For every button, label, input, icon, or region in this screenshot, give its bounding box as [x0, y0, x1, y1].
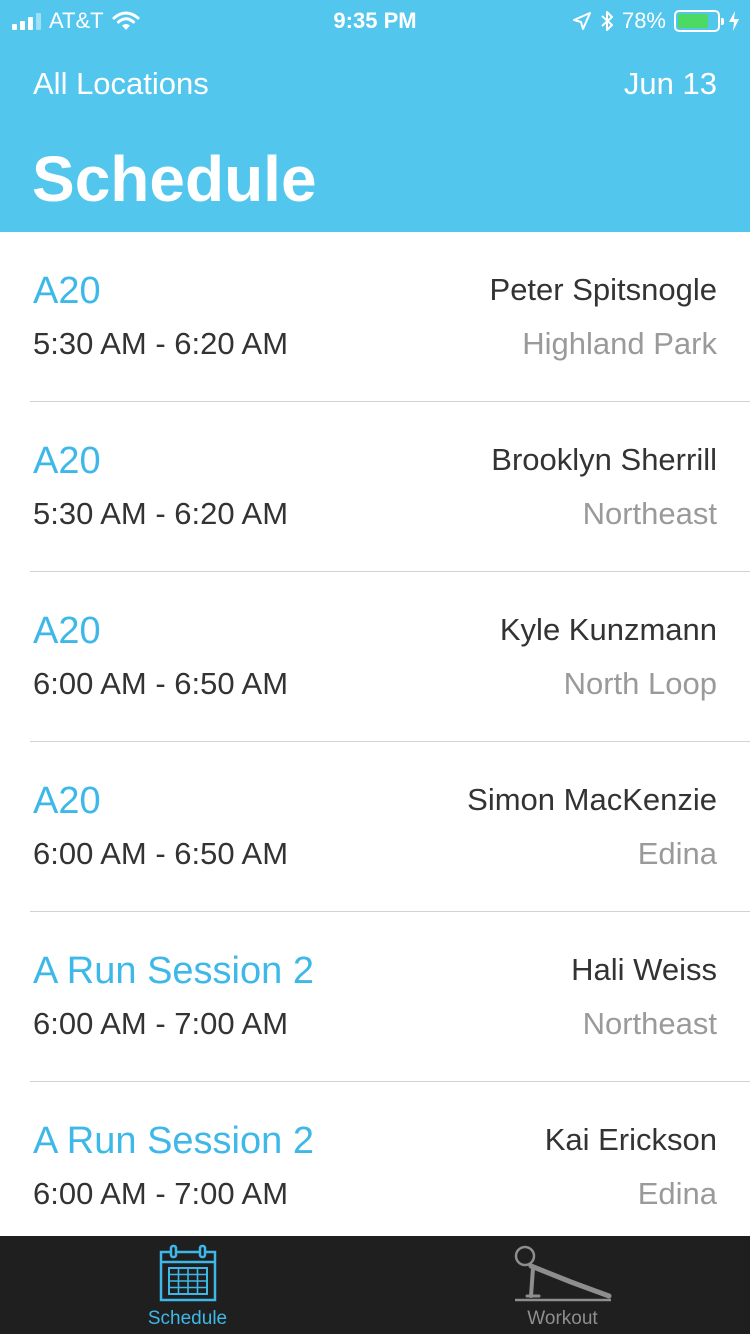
class-time: 6:00 AM - 7:00 AM: [33, 1176, 289, 1211]
schedule-row[interactable]: A20 5:30 AM - 6:20 AM Peter Spitsnogle H…: [0, 232, 750, 402]
schedule-row[interactable]: A Run Session 2 6:00 AM - 7:00 AM Kai Er…: [0, 1082, 750, 1236]
battery-level-fill: [678, 14, 708, 28]
instructor-name: Brooklyn Sherrill: [491, 442, 717, 477]
charging-icon: [729, 11, 739, 31]
class-name: A20: [33, 780, 101, 822]
class-location: Highland Park: [522, 326, 717, 361]
instructor-name: Simon MacKenzie: [467, 782, 717, 817]
tab-schedule[interactable]: Schedule: [0, 1236, 375, 1334]
class-name: A Run Session 2: [33, 950, 314, 992]
battery-percent: 78%: [621, 8, 666, 33]
instructor-name: Kyle Kunzmann: [499, 612, 717, 647]
tab-workout[interactable]: Workout: [375, 1236, 750, 1334]
class-time: 5:30 AM - 6:20 AM: [33, 326, 289, 361]
page-title: Schedule: [32, 143, 317, 215]
class-name: A20: [33, 610, 101, 652]
class-time: 6:00 AM - 7:00 AM: [33, 1006, 289, 1041]
class-time: 6:00 AM - 6:50 AM: [33, 666, 289, 701]
instructor-name: Kai Erickson: [544, 1122, 717, 1157]
class-location: North Loop: [563, 666, 717, 701]
location-filter-button[interactable]: All Locations: [33, 66, 209, 102]
tab-label-schedule: Schedule: [147, 1308, 228, 1329]
class-location: Northeast: [582, 496, 717, 531]
instructor-name: Peter Spitsnogle: [489, 272, 717, 307]
pushup-icon: [514, 1245, 611, 1302]
battery-icon: [674, 10, 724, 32]
status-right: 78%: [572, 8, 740, 34]
schedule-row[interactable]: A20 5:30 AM - 6:20 AM Brooklyn Sherrill …: [0, 402, 750, 572]
schedule-row[interactable]: A20 6:00 AM - 6:50 AM Simon MacKenzie Ed…: [0, 742, 750, 912]
class-location: Edina: [637, 836, 717, 871]
calendar-icon: [159, 1244, 216, 1302]
class-location: Edina: [637, 1176, 717, 1211]
class-name: A20: [33, 440, 101, 482]
schedule-row[interactable]: A20 6:00 AM - 6:50 AM Kyle Kunzmann Nort…: [0, 572, 750, 742]
location-arrow-icon: [572, 12, 591, 30]
header: AT&T 9:35 PM 78% All Locations Jun 13 Sc…: [0, 0, 750, 232]
class-name: A20: [33, 270, 101, 312]
status-bar: AT&T 9:35 PM 78%: [0, 0, 750, 40]
instructor-name: Hali Weiss: [571, 952, 717, 987]
class-time: 6:00 AM - 6:50 AM: [33, 836, 289, 871]
tab-label-workout: Workout: [527, 1308, 598, 1329]
class-name: A Run Session 2: [33, 1120, 314, 1162]
class-time: 5:30 AM - 6:20 AM: [33, 496, 289, 531]
bluetooth-icon: [601, 11, 613, 31]
tab-bar: Schedule Workout: [0, 1236, 750, 1334]
class-location: Northeast: [582, 1006, 717, 1041]
date-picker-button[interactable]: Jun 13: [624, 66, 717, 102]
schedule-list[interactable]: A20 5:30 AM - 6:20 AM Peter Spitsnogle H…: [0, 232, 750, 1236]
schedule-row[interactable]: A Run Session 2 6:00 AM - 7:00 AM Hali W…: [0, 912, 750, 1082]
